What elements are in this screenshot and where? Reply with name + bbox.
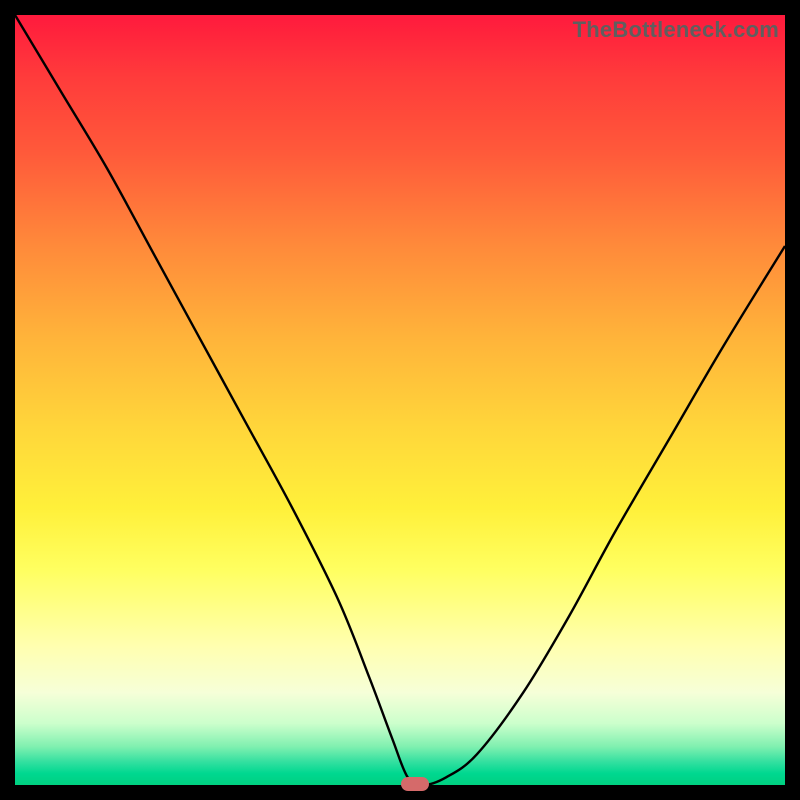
chart-frame: TheBottleneck.com — [0, 0, 800, 800]
optimal-point-marker — [401, 777, 429, 791]
bottleneck-curve — [15, 15, 785, 785]
curve-path — [15, 15, 785, 785]
chart-plot-area: TheBottleneck.com — [15, 15, 785, 785]
